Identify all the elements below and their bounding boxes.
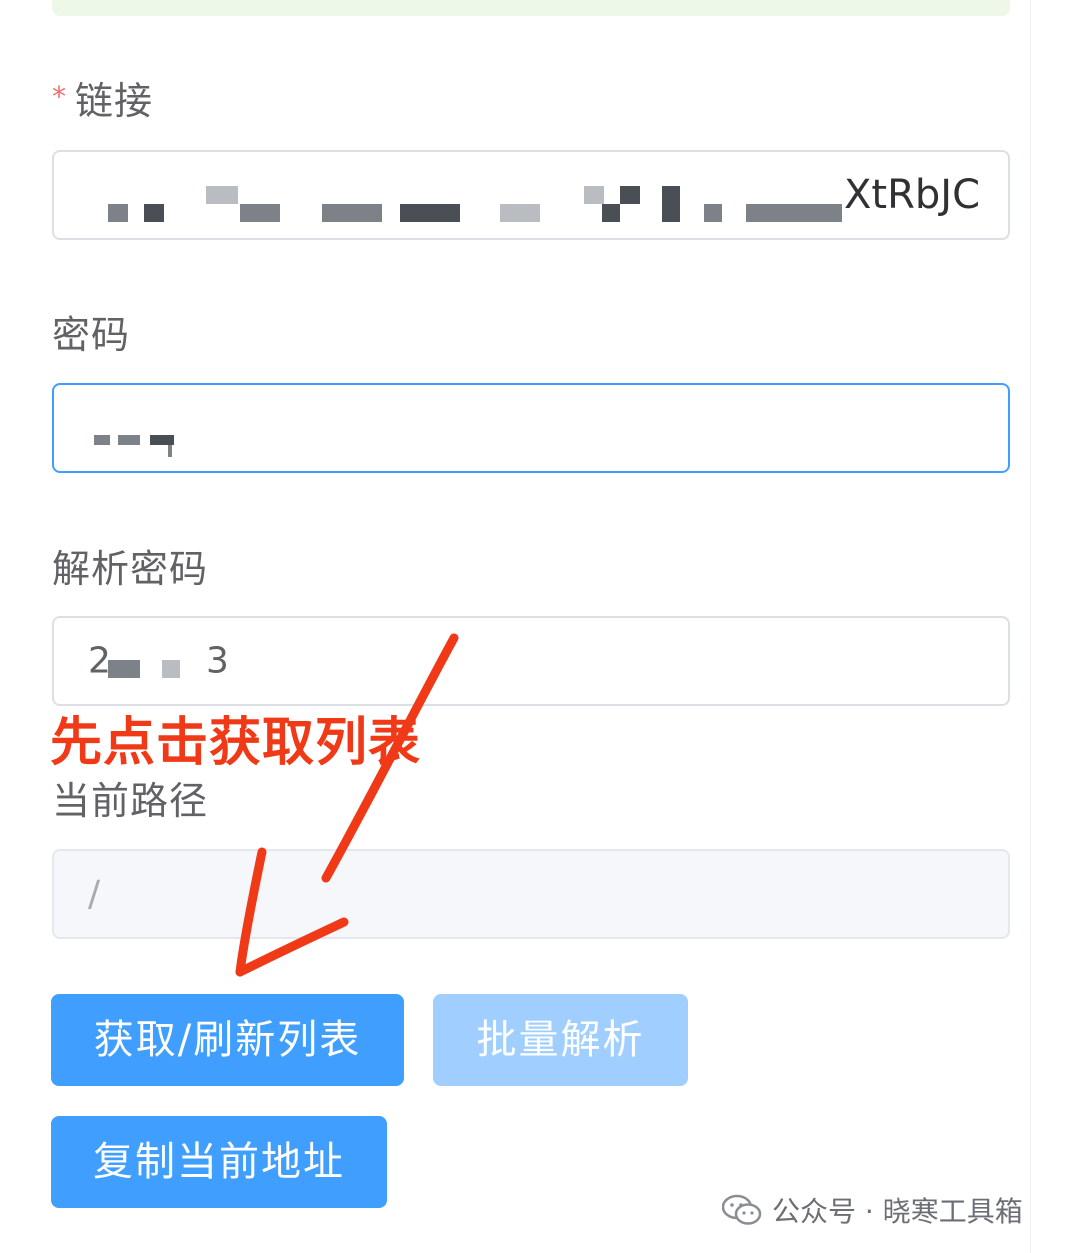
- link-input-visible-text: XtRbJC: [844, 172, 980, 218]
- required-mark: *: [52, 80, 67, 113]
- top-banner: [52, 0, 1010, 16]
- watermark: 公众号 · 晓寒工具箱: [722, 1188, 1023, 1232]
- watermark-text: 公众号 · 晓寒工具箱: [772, 1195, 1023, 1228]
- link-input-redacted: [100, 178, 860, 224]
- link-label-text: 链接: [75, 79, 154, 123]
- parse-password-input[interactable]: 2 3: [52, 616, 1010, 706]
- password-input[interactable]: [52, 383, 1010, 473]
- link-label: * 链接: [52, 70, 153, 125]
- batch-parse-button: 批量解析: [433, 994, 688, 1086]
- fetch-refresh-list-button[interactable]: 获取/刷新列表: [51, 994, 404, 1086]
- parse-password-suffix: 3: [206, 640, 229, 682]
- current-path-label: 当前路径: [52, 779, 209, 823]
- page-edge-divider: [1030, 0, 1031, 1253]
- annotation-text: 先点击获取列表: [50, 713, 422, 773]
- current-path-input: /: [52, 849, 1010, 939]
- copy-current-address-button[interactable]: 复制当前地址: [51, 1116, 387, 1208]
- wechat-icon: [722, 1194, 762, 1225]
- password-label: 密码: [52, 313, 131, 357]
- current-path-value: /: [88, 873, 101, 915]
- parse-password-redacted: [108, 656, 198, 680]
- parse-password-label: 解析密码: [52, 547, 209, 591]
- password-input-redacted: [90, 405, 200, 457]
- link-input[interactable]: XtRbJC: [52, 150, 1010, 240]
